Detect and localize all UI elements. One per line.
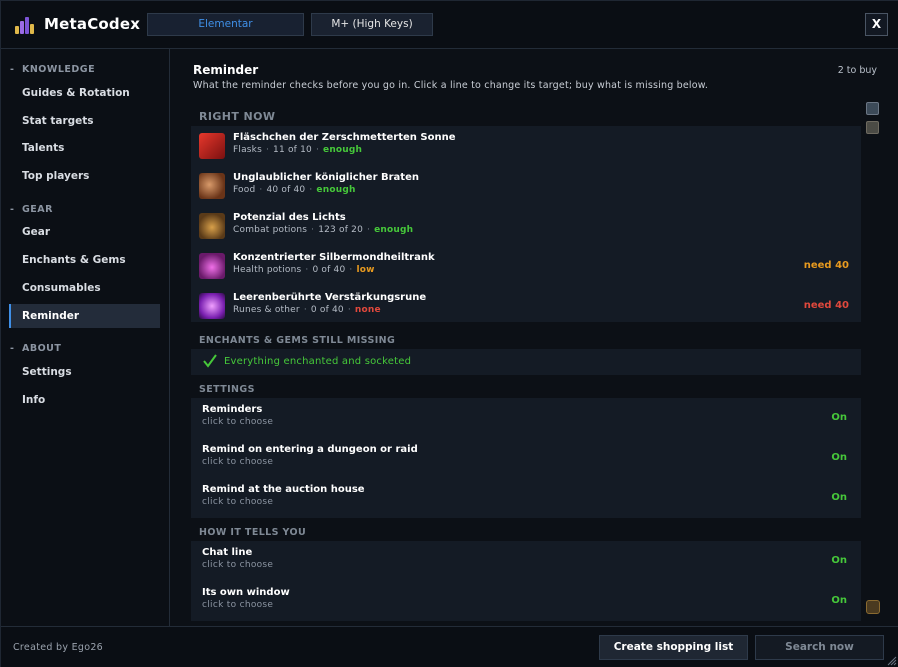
sidebar-item-guides[interactable]: Guides & Rotation xyxy=(9,81,160,105)
need-badge: need 40 xyxy=(803,260,849,271)
item-name: Konzentrierter Silbermondheiltrank xyxy=(233,252,435,263)
sidebar-section-gear: - GEAR xyxy=(10,204,53,215)
item-name: Leerenberührte Verstärkungsrune xyxy=(233,292,427,303)
setting-row[interactable]: Reminders click to choose On xyxy=(191,398,861,438)
settings-panel: Reminders click to choose On Remind on e… xyxy=(191,398,861,518)
sidebar-item-settings[interactable]: Settings xyxy=(9,360,160,384)
main-content: Reminder What the reminder checks before… xyxy=(171,49,898,626)
scrollbar-thumb[interactable] xyxy=(866,121,879,134)
checkmark-icon xyxy=(203,354,217,368)
setting-name: Remind on entering a dungeon or raid xyxy=(202,444,418,455)
item-name: Potenzial des Lichts xyxy=(233,212,346,223)
item-meta: Health potions · 0 of 40 · low xyxy=(233,265,375,275)
consumables-panel: Fläschchen der Zerschmetterten Sonne Fla… xyxy=(191,126,861,322)
sidebar-item-top-players[interactable]: Top players xyxy=(9,164,160,188)
consumable-row[interactable]: Unglaublicher königlicher Braten Food · 40… xyxy=(191,166,861,206)
notify-panel: Chat line click to choose On Its own win… xyxy=(191,541,861,621)
setting-value: On xyxy=(831,492,847,503)
buy-count: 2 to buy xyxy=(837,65,877,76)
item-name: Fläschchen der Zerschmetterten Sonne xyxy=(233,132,456,143)
item-meta: Combat potions · 123 of 20 · enough xyxy=(233,225,414,235)
setting-row[interactable]: Remind at the auction house click to cho… xyxy=(191,478,861,518)
sidebar-item-talents[interactable]: Talents xyxy=(9,136,160,160)
credit-text: Created by Ego26 xyxy=(13,642,104,653)
setting-value: On xyxy=(831,452,847,463)
item-meta: Runes & other · 0 of 40 · none xyxy=(233,305,381,315)
setting-hint: click to choose xyxy=(202,497,274,507)
setting-name: Reminders xyxy=(202,404,263,415)
setting-name: Chat line xyxy=(202,547,253,558)
consumable-row[interactable]: Konzentrierter Silbermondheiltrank Healt… xyxy=(191,246,861,286)
addon-window: MetaCodex Elementar M+ (High Keys) X - KN… xyxy=(0,0,898,667)
sidebar-section-knowledge: - KNOWLEDGE xyxy=(10,64,96,75)
setting-hint: click to choose xyxy=(202,560,274,570)
logo-icon xyxy=(15,16,35,34)
setting-value: On xyxy=(831,412,847,423)
health-potion-icon xyxy=(199,253,225,279)
app-title: MetaCodex xyxy=(44,15,141,33)
setting-name: Remind at the auction house xyxy=(202,484,365,495)
enchants-status-row: Everything enchanted and socketed xyxy=(191,349,861,375)
scroll-down-button[interactable] xyxy=(866,600,880,614)
close-button[interactable]: X xyxy=(865,13,888,36)
scroll-up-button[interactable] xyxy=(866,102,879,115)
sidebar-item-stat-targets[interactable]: Stat targets xyxy=(9,109,160,133)
search-now-button[interactable]: Search now xyxy=(755,635,884,660)
sidebar: - KNOWLEDGE Guides & Rotation Stat target… xyxy=(1,49,170,626)
footer: Created by Ego26 Create shopping list Se… xyxy=(1,626,898,667)
page-subtitle: What the reminder checks before you go i… xyxy=(193,80,709,91)
item-name: Unglaublicher königlicher Braten xyxy=(233,172,419,183)
consumable-row[interactable]: Fläschchen der Zerschmetterten Sonne Fla… xyxy=(191,126,861,166)
food-icon xyxy=(199,173,225,199)
sidebar-item-gear[interactable]: Gear xyxy=(9,220,160,244)
setting-row[interactable]: Chat line click to choose On xyxy=(191,541,861,581)
section-settings: SETTINGS xyxy=(199,384,255,395)
setting-name: Its own window xyxy=(202,587,290,598)
tab-mode[interactable]: M+ (High Keys) xyxy=(311,13,433,36)
sidebar-item-info[interactable]: Info xyxy=(9,388,160,412)
setting-row[interactable]: Remind on entering a dungeon or raid cli… xyxy=(191,438,861,478)
section-right-now: RIGHT NOW xyxy=(199,110,276,123)
consumable-row[interactable]: Leerenberührte Verstärkungsrune Runes & … xyxy=(191,286,861,326)
item-meta: Flasks · 11 of 10 · enough xyxy=(233,145,363,155)
page-title: Reminder xyxy=(193,63,259,77)
setting-hint: click to choose xyxy=(202,457,274,467)
setting-hint: click to choose xyxy=(202,600,274,610)
flask-icon xyxy=(199,133,225,159)
resize-grip-icon[interactable] xyxy=(887,656,897,666)
create-shopping-list-button[interactable]: Create shopping list xyxy=(599,635,748,660)
setting-row[interactable]: Its own window click to choose On xyxy=(191,581,861,621)
enchants-status-text: Everything enchanted and socketed xyxy=(224,356,412,367)
sidebar-item-reminder[interactable]: Reminder xyxy=(9,304,160,328)
tab-spec[interactable]: Elementar xyxy=(147,13,304,36)
need-badge: need 40 xyxy=(803,300,849,311)
section-how-it-tells: HOW IT TELLS YOU xyxy=(199,527,307,538)
rune-icon xyxy=(199,293,225,319)
sidebar-section-about: - ABOUT xyxy=(10,343,62,354)
section-enchants-missing: ENCHANTS & GEMS STILL MISSING xyxy=(199,335,396,346)
setting-value: On xyxy=(831,555,847,566)
sidebar-item-enchants-gems[interactable]: Enchants & Gems xyxy=(9,248,160,272)
consumable-row[interactable]: Potenzial des Lichts Combat potions · 123 … xyxy=(191,206,861,246)
header: MetaCodex Elementar M+ (High Keys) X xyxy=(1,1,898,49)
setting-hint: click to choose xyxy=(202,417,274,427)
potion-icon xyxy=(199,213,225,239)
setting-value: On xyxy=(831,595,847,606)
item-meta: Food · 40 of 40 · enough xyxy=(233,185,356,195)
sidebar-item-consumables[interactable]: Consumables xyxy=(9,276,160,300)
